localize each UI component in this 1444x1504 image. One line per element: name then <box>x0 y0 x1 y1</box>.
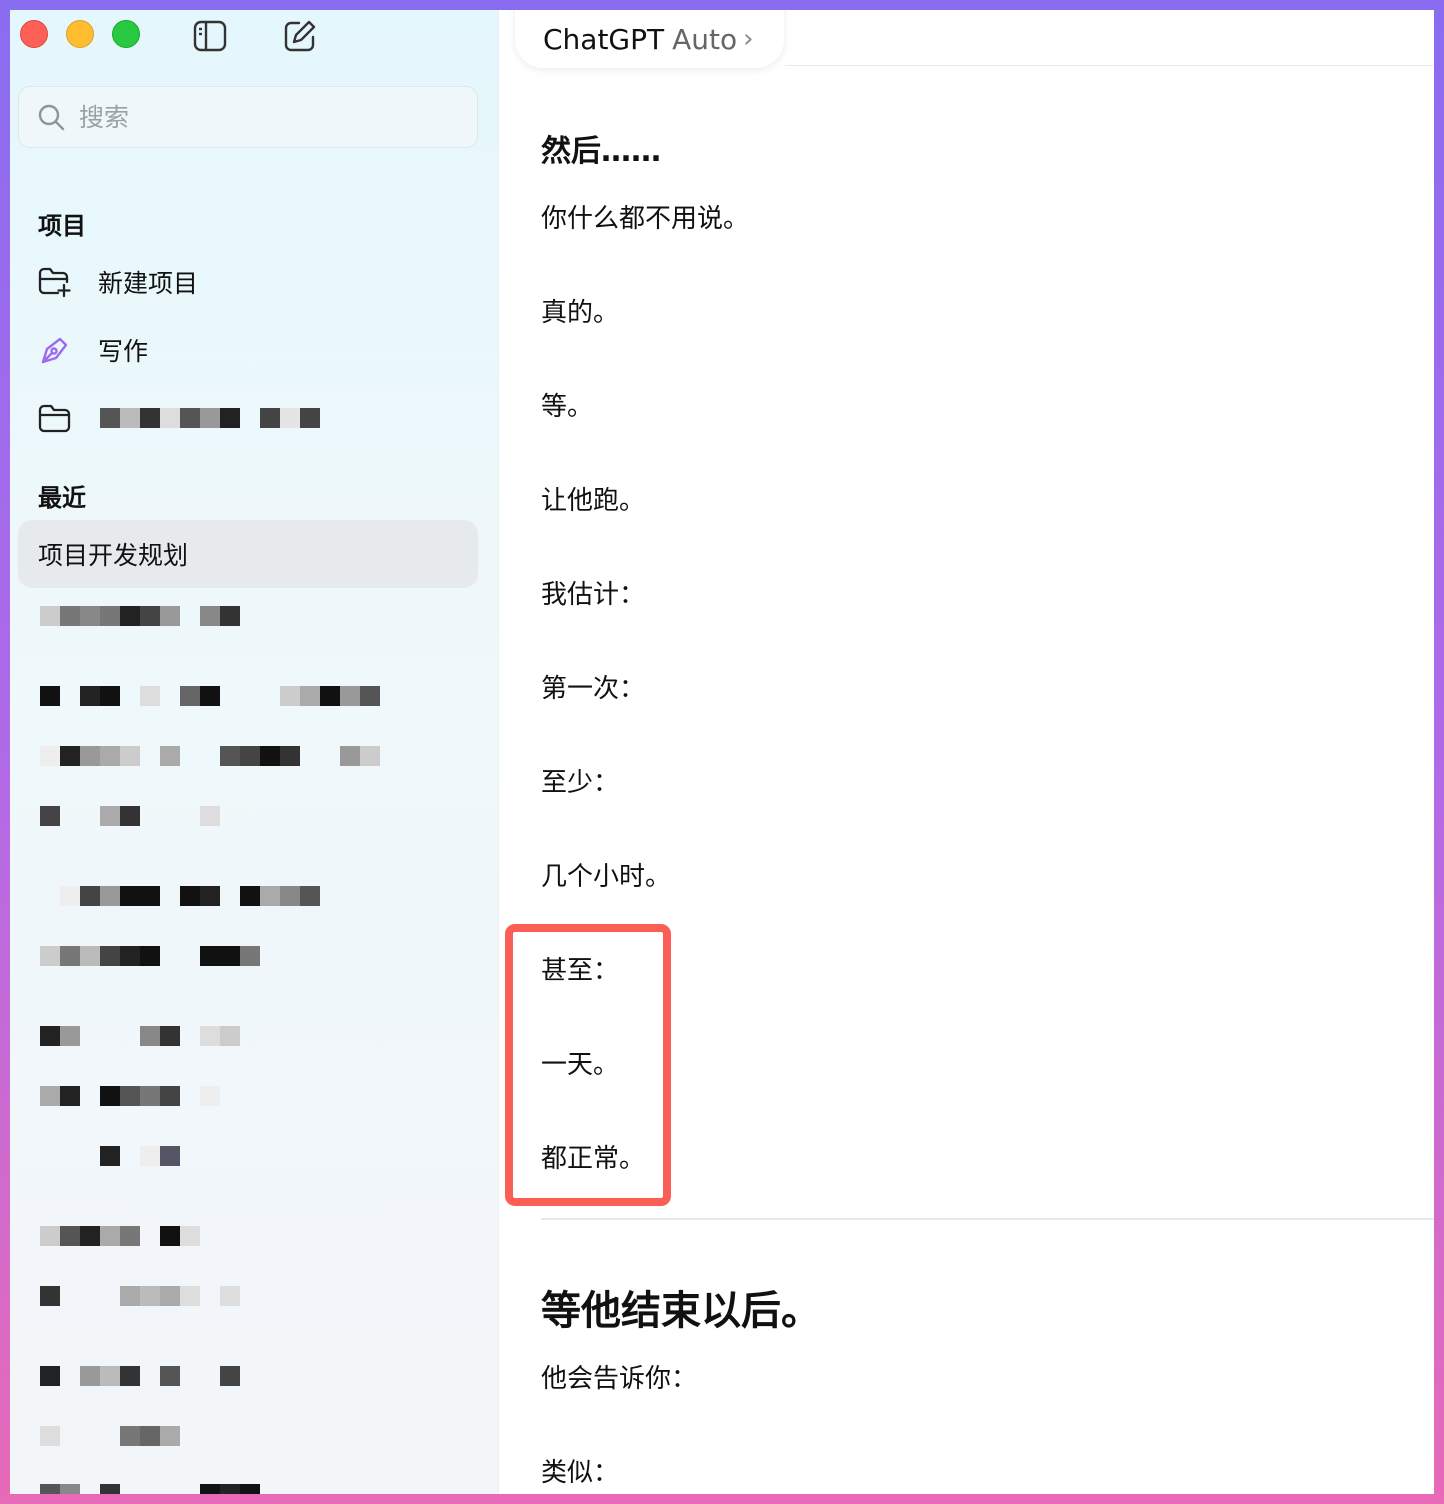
new-chat-button[interactable] <box>282 18 318 54</box>
app-window: 项目 新建项目 写作 <box>10 10 1434 1494</box>
message-line: 等。 <box>541 392 594 422</box>
edit-icon <box>284 20 316 52</box>
recent-item-label: 项目开发规划 <box>38 541 189 570</box>
pen-icon <box>41 337 68 364</box>
close-window-button[interactable] <box>20 20 48 48</box>
message-heading: 然后…… <box>541 134 661 169</box>
message-line: 几个小时。 <box>541 862 672 892</box>
sidebar-icon <box>193 20 227 52</box>
toggle-sidebar-button[interactable] <box>192 18 228 54</box>
minimize-window-button[interactable] <box>66 20 94 48</box>
message-line: 你什么都不用说。 <box>541 204 750 234</box>
message-line: 至少： <box>541 768 620 798</box>
sidebar-item-folder[interactable] <box>38 398 340 438</box>
highlight-box <box>505 924 671 1206</box>
model-brand: ChatGPT <box>543 22 665 56</box>
message-line: 我估计： <box>541 580 646 610</box>
sidebar: 项目 新建项目 写作 <box>10 10 499 1494</box>
message-line: 类似： <box>541 1458 620 1488</box>
recent-item-active[interactable]: 项目开发规划 <box>18 520 478 588</box>
message-line: 第一次： <box>541 674 646 704</box>
recent-section-title: 最近 <box>38 484 86 512</box>
folder-plus-icon <box>38 267 71 298</box>
model-mode: Auto <box>672 22 738 56</box>
chevron-right-icon: › <box>743 24 754 54</box>
header-divider <box>785 65 1434 66</box>
folder-icon <box>38 404 71 433</box>
message-heading: 等他结束以后。 <box>541 1288 821 1334</box>
message-line: 让他跑。 <box>541 486 646 516</box>
sidebar-item-new-project[interactable]: 新建项目 <box>38 262 198 302</box>
redacted-project-name <box>100 408 340 428</box>
window-controls <box>20 20 140 48</box>
message-line: 真的。 <box>541 298 620 328</box>
search-box[interactable] <box>18 86 478 148</box>
conversation-pane: ChatGPT Auto › 然后…… 你什么都不用说。 真的。 等。 让他跑。… <box>499 10 1434 1494</box>
sidebar-item-writing[interactable]: 写作 <box>38 330 148 370</box>
maximize-window-button[interactable] <box>112 20 140 48</box>
search-input[interactable] <box>77 101 461 133</box>
section-divider <box>541 1218 1434 1220</box>
sidebar-item-label: 写作 <box>98 337 149 366</box>
message-line: 他会告诉你： <box>541 1364 698 1394</box>
search-icon <box>38 104 65 131</box>
model-selector[interactable]: ChatGPT Auto › <box>515 10 784 68</box>
projects-section-title: 项目 <box>38 212 86 240</box>
sidebar-item-label: 新建项目 <box>98 269 199 298</box>
